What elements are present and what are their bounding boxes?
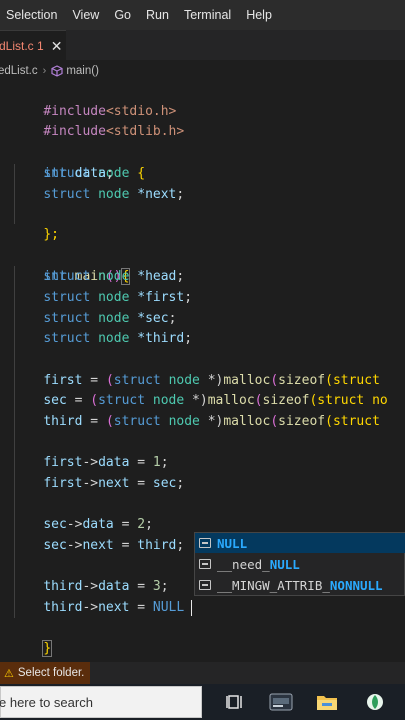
folder-glyph xyxy=(317,696,337,710)
constant-icon xyxy=(199,580,211,590)
code-line: first->next = sec; xyxy=(43,476,185,491)
menu-bar: Selection View Go Run Terminal Help xyxy=(0,0,405,30)
breadcrumb-symbol[interactable]: main() xyxy=(66,65,99,77)
code-line: sec->next = third; xyxy=(43,538,185,553)
code-line: third = (struct node *)malloc(sizeof(str… xyxy=(43,414,380,429)
code-line: #include<stdio.h> xyxy=(43,104,177,119)
code-line: first->data = 1; xyxy=(43,455,169,470)
taskbar: e here to search xyxy=(0,684,405,720)
code-line: struct node *next; xyxy=(43,187,185,202)
menu-selection[interactable]: Selection xyxy=(6,8,57,22)
chevron-right-icon: › xyxy=(42,65,47,77)
text-cursor xyxy=(191,600,192,616)
code-line: third->data = 3; xyxy=(43,579,169,594)
taskbar-search-input[interactable]: e here to search xyxy=(0,686,202,718)
tab-label: dList.c 1 xyxy=(0,38,44,53)
suggest-widget: NULL __need_ NULL __MINGW_ATTRIB_ NON NULL xyxy=(194,532,405,596)
code-line: sec->data = 2; xyxy=(43,517,153,532)
tab-bar: dList.c 1 ✕ xyxy=(0,30,405,60)
file-explorer-icon[interactable] xyxy=(310,684,344,720)
code-line: first = (struct node *)malloc(sizeof(str… xyxy=(43,373,380,388)
code-line: struct node *sec; xyxy=(43,311,177,326)
warning-icon: ⚠ xyxy=(4,667,14,680)
leaf-glyph xyxy=(367,694,383,710)
code-line: #include<stdlib.h> xyxy=(43,124,185,139)
code-line: sec = (struct node *)malloc(sizeof(struc… xyxy=(43,393,388,408)
code-line: struct node *third; xyxy=(43,331,193,346)
suggestion-item[interactable]: __need_ NULL xyxy=(195,554,405,574)
task-view-glyph xyxy=(226,695,242,709)
constant-icon xyxy=(199,538,211,548)
close-icon[interactable]: ✕ xyxy=(51,39,63,53)
constant-icon xyxy=(199,559,211,569)
code-line: struct node *head; xyxy=(43,269,185,284)
menu-view[interactable]: View xyxy=(72,8,99,22)
status-text: Select folder. xyxy=(17,667,85,679)
suggestion-item[interactable]: __MINGW_ATTRIB_ NON NULL xyxy=(195,575,405,595)
search-placeholder: e here to search xyxy=(0,694,93,710)
tab-linkedlist[interactable]: dList.c 1 ✕ xyxy=(0,30,66,60)
code-line: int main(){ xyxy=(43,268,131,285)
code-line: struct node *first; xyxy=(43,290,193,305)
task-view-icon[interactable] xyxy=(218,684,252,720)
cube-icon xyxy=(51,65,63,77)
app-logo-icon[interactable] xyxy=(358,684,392,720)
code-line: }; xyxy=(43,227,59,242)
select-folder-status[interactable]: ⚠ Select folder. xyxy=(0,662,91,684)
status-bar: ⚠ Select folder. xyxy=(0,662,405,684)
menu-terminal[interactable]: Terminal xyxy=(184,8,231,22)
app-thumbnail-icon[interactable] xyxy=(264,684,298,720)
code-line: int data; xyxy=(43,166,114,181)
code-line: third->next = NULL xyxy=(43,600,185,615)
menu-run[interactable]: Run xyxy=(146,8,169,22)
breadcrumb: edList.c › main() xyxy=(0,60,405,82)
app-thumbnail-glyph xyxy=(269,693,293,711)
code-line: struct node { xyxy=(43,166,146,181)
menu-go[interactable]: Go xyxy=(114,8,131,22)
breadcrumb-file[interactable]: edList.c xyxy=(0,65,38,77)
suggestion-item[interactable]: NULL xyxy=(195,533,405,553)
menu-help[interactable]: Help xyxy=(246,8,272,22)
code-line: } xyxy=(42,640,53,657)
